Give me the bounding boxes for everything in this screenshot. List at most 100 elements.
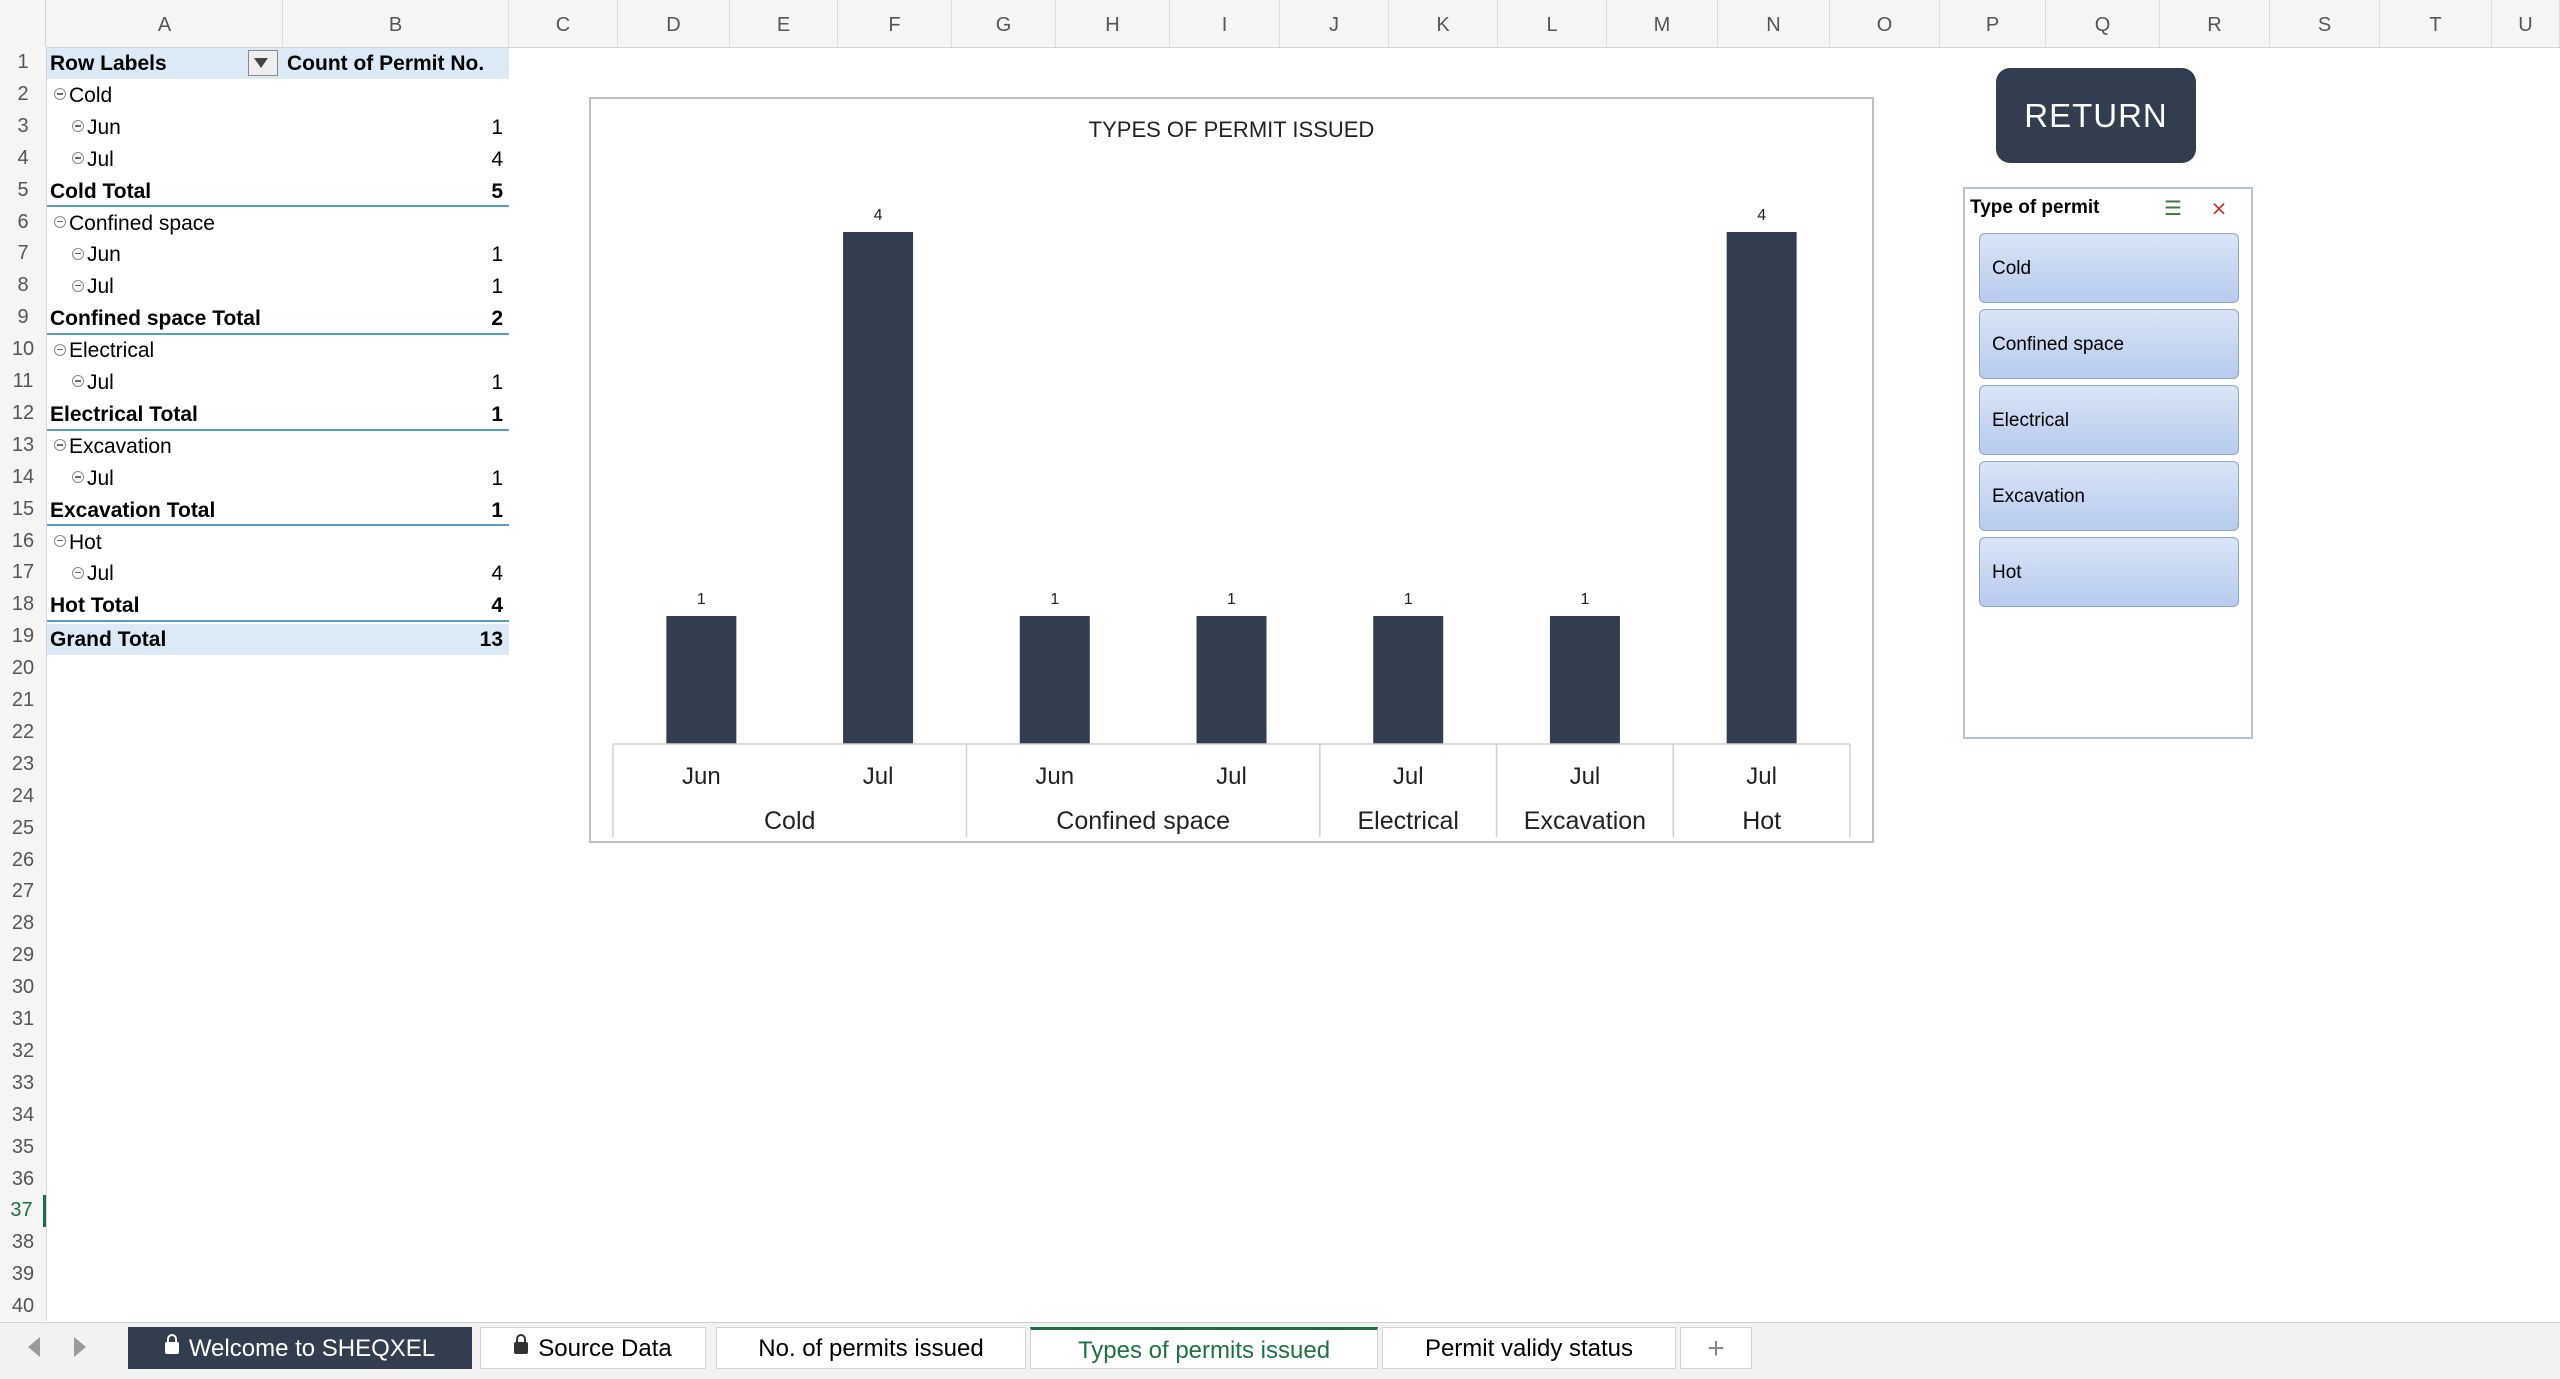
clear-filter-icon[interactable]: ⨯ [2205,197,2233,221]
expand-collapse-icon[interactable] [72,247,84,260]
spreadsheet[interactable]: ABCDEFGHIJKLMNOPQRSTU 1 2 3 4 5 6 7 8 9 10 11 12 13 1… [0,0,2560,1379]
column-header[interactable]: G [952,0,1056,47]
row-header[interactable]: 3 [0,111,46,143]
row-header[interactable]: 15 [0,494,46,526]
pivot-row-label[interactable]: Jul [47,464,283,495]
pivot-row-label[interactable]: Jul [47,368,283,399]
slicer-item[interactable]: Electrical [1979,385,2239,455]
column-header[interactable]: O [1830,0,1940,47]
row-header[interactable]: 5 [0,175,46,207]
expand-collapse-icon[interactable] [54,215,66,228]
tab-source-data[interactable]: Source Data [480,1327,706,1369]
row-header[interactable]: 33 [0,1068,46,1100]
pivot-count-value[interactable]: 4 [283,559,509,590]
tab-permit-validity[interactable]: Permit validy status [1382,1327,1676,1369]
row-header[interactable]: 29 [0,940,46,972]
expand-collapse-icon[interactable] [54,439,66,452]
slicer-item[interactable]: Cold [1979,233,2239,303]
return-button[interactable]: RETURN [1996,68,2196,163]
pivot-count-value[interactable]: 1 [283,272,509,303]
row-header[interactable]: 24 [0,781,46,813]
pivot-row-label[interactable]: Jun [47,113,283,144]
type-of-permit-slicer[interactable]: Type of permit ☰ ⨯ Cold Confined space Ele… [1963,187,2253,739]
row-header[interactable]: 12 [0,398,46,430]
row-header[interactable]: 40 [0,1291,46,1323]
row-header[interactable]: 20 [0,653,46,685]
pivot-total-value[interactable]: 1 [283,400,509,431]
expand-collapse-icon[interactable] [72,375,84,388]
expand-collapse-icon[interactable] [72,120,84,133]
pivot-count-value[interactable]: 1 [283,240,509,271]
slicer-item[interactable]: Hot [1979,537,2239,607]
tab-welcome[interactable]: Welcome to SHEQXEL [128,1327,472,1369]
row-header[interactable]: 4 [0,143,46,175]
row-header[interactable]: 36 [0,1164,46,1196]
pivot-row-label[interactable]: Jun [47,240,283,271]
column-header[interactable]: C [509,0,618,47]
row-header[interactable]: 23 [0,749,46,781]
row-header[interactable]: 21 [0,685,46,717]
row-header[interactable]: 39 [0,1259,46,1291]
row-header[interactable]: 16 [0,526,46,558]
multi-select-icon[interactable]: ☰ [2159,197,2187,221]
pivot-row-label[interactable]: Jul [47,272,283,303]
expand-collapse-icon[interactable] [72,566,84,579]
pivot-total-label[interactable]: Cold Total [47,177,283,208]
pivot-row-label[interactable]: Jul [47,559,283,590]
expand-collapse-icon[interactable] [72,279,84,292]
row-header[interactable]: 1 [0,47,46,79]
row-header[interactable]: 18 [0,589,46,621]
pivot-total-label[interactable]: Excavation Total [47,496,283,527]
expand-collapse-icon[interactable] [54,534,66,547]
column-header[interactable]: U [2492,0,2560,47]
pivot-row-label[interactable]: Excavation [47,432,283,463]
expand-collapse-icon[interactable] [72,152,84,165]
column-header[interactable]: T [2380,0,2492,47]
pivot-grand-total-value[interactable]: 13 [283,624,509,655]
column-header[interactable]: R [2160,0,2270,47]
pivot-row-label[interactable]: Cold [47,81,283,112]
pivot-total-value[interactable]: 2 [283,304,509,336]
row-header[interactable]: 30 [0,972,46,1004]
add-sheet-button[interactable]: + [1680,1327,1752,1369]
column-header[interactable]: B [283,0,509,47]
column-header[interactable]: Q [2046,0,2160,47]
pivot-total-label[interactable]: Electrical Total [47,400,283,431]
pivot-row-label[interactable]: Jul [47,145,283,176]
column-header[interactable]: P [1940,0,2046,47]
row-header[interactable]: 11 [0,366,46,398]
column-header[interactable]: M [1607,0,1718,47]
row-header[interactable]: 13 [0,430,46,462]
column-header[interactable]: I [1170,0,1280,47]
row-header[interactable]: 19 [0,621,46,653]
row-header[interactable]: 7 [0,238,46,270]
previous-sheet-icon[interactable] [28,1337,40,1357]
row-header[interactable]: 32 [0,1036,46,1068]
row-header[interactable]: 10 [0,334,46,366]
column-header[interactable]: A [47,0,283,47]
tab-types-of-permits[interactable]: Types of permits issued [1030,1327,1378,1369]
column-header[interactable]: K [1389,0,1498,47]
row-header[interactable]: 14 [0,462,46,494]
pivot-total-value[interactable]: 4 [283,591,509,623]
column-header[interactable]: L [1498,0,1607,47]
expand-collapse-icon[interactable] [54,88,66,101]
pivot-count-value[interactable] [283,81,509,112]
pivot-count-value[interactable] [283,528,509,559]
row-header[interactable]: 37 [0,1195,46,1228]
pivot-count-value[interactable]: 1 [283,464,509,495]
row-header[interactable]: 22 [0,717,46,749]
expand-collapse-icon[interactable] [54,343,66,356]
pivot-total-label[interactable]: Confined space Total [47,304,283,336]
row-header[interactable]: 25 [0,813,46,845]
column-header[interactable]: E [730,0,838,47]
pivot-count-header[interactable]: Count of Permit No. [283,48,509,79]
pivot-count-value[interactable] [283,336,509,367]
pivot-row-label[interactable]: Hot [47,528,283,559]
row-header[interactable]: 35 [0,1132,46,1164]
pivot-grand-total-label[interactable]: Grand Total [47,624,283,655]
tab-permits-issued[interactable]: No. of permits issued [716,1327,1026,1369]
slicer-item[interactable]: Confined space [1979,309,2239,379]
column-header[interactable]: F [838,0,952,47]
pivot-total-value[interactable]: 1 [283,496,509,527]
